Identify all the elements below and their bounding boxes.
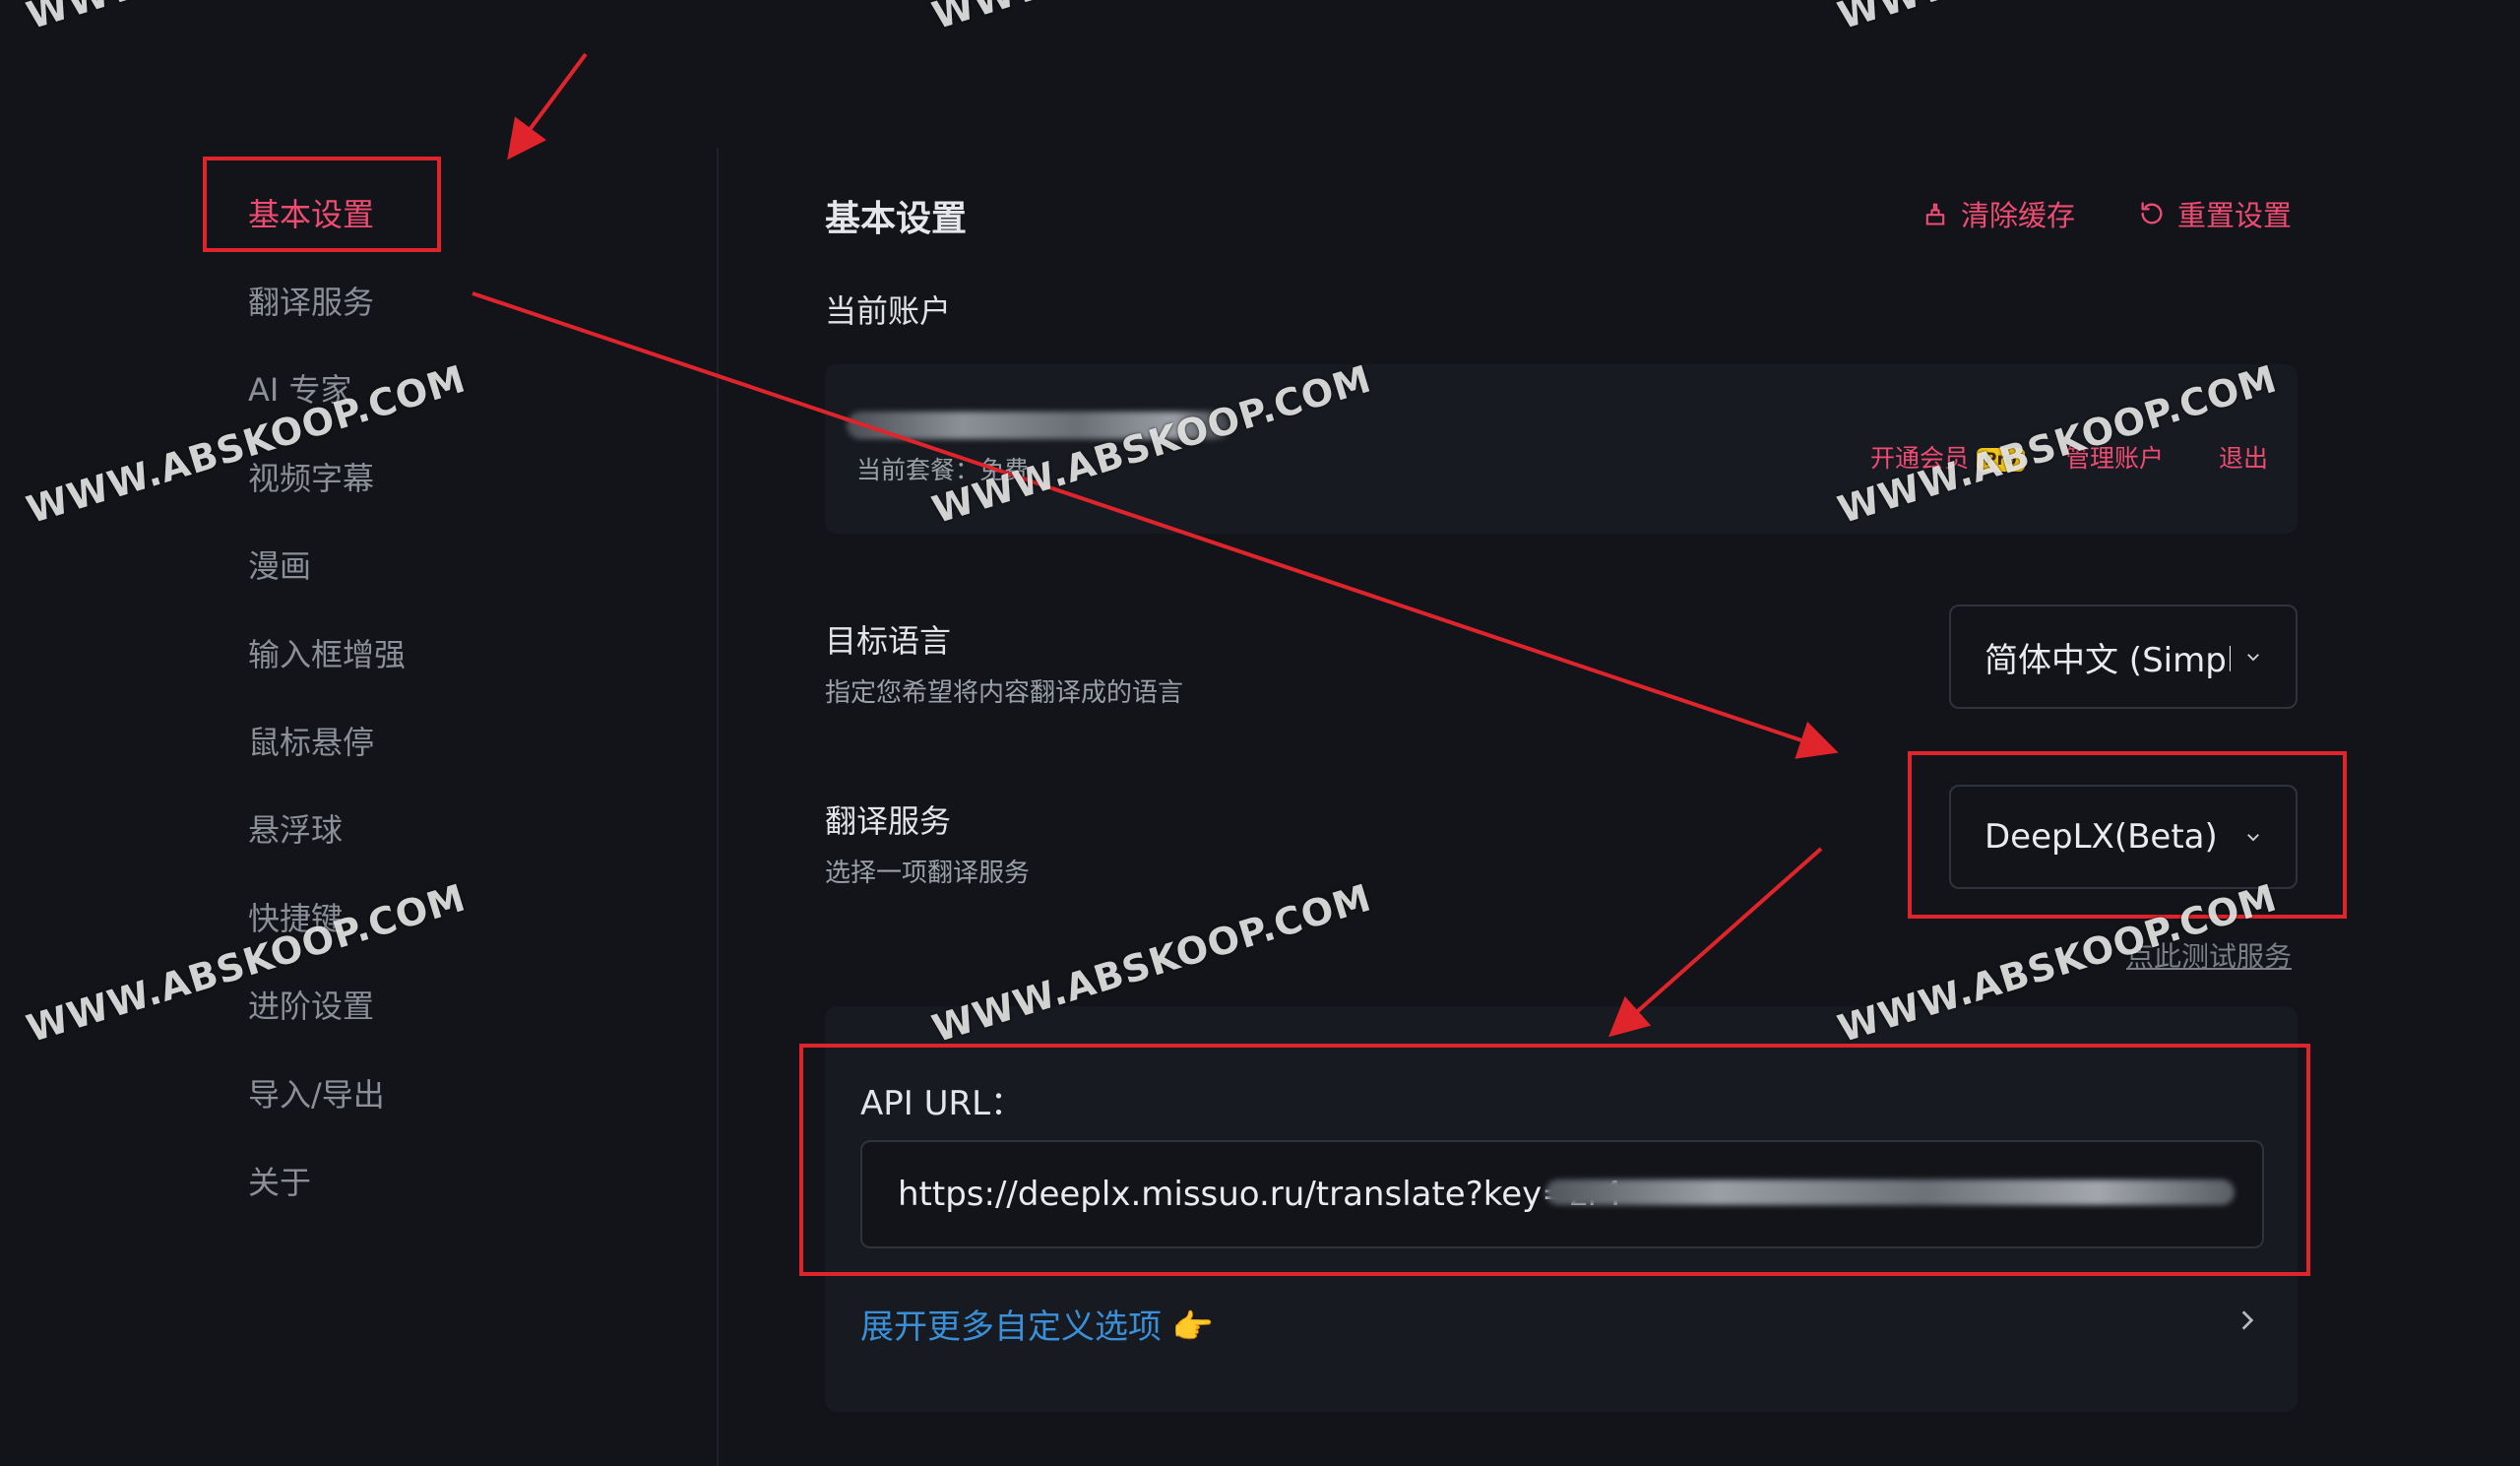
clear-cache-label: 清除缓存	[1961, 199, 2076, 232]
target-language-desc: 指定您希望将内容翻译成的语言	[825, 678, 1184, 708]
annotation-box-sidebar	[203, 157, 441, 252]
annotation-arrow-1	[507, 52, 588, 160]
account-name-redacted	[847, 412, 1230, 439]
annotation-arrow-3	[1608, 847, 1823, 1038]
clear-cache-icon	[1925, 203, 1945, 225]
test-service-link[interactable]: 点此测试服务	[2126, 935, 2292, 975]
plan-text: 当前套餐：免费	[856, 456, 1030, 484]
upgrade-link[interactable]: 开通会员 Pro	[1870, 439, 2025, 475]
watermark: WWW.ABSKOOP.COM	[22, 0, 471, 37]
account-section-label: 当前账户	[825, 292, 952, 330]
watermark: WWW.ABSKOOP.COM	[1833, 0, 2282, 37]
sidebar-item-translation-service[interactable]: 翻译服务	[248, 278, 374, 323]
settings-page: 基本设置 翻译服务 AI 专家 视频字幕 漫画 输入框增强 鼠标悬停 悬浮球 快…	[0, 0, 2520, 1466]
pro-badge: Pro	[1977, 448, 2025, 472]
target-language-title: 目标语言	[825, 622, 952, 660]
target-language-select[interactable]: 简体中文 (Simplified Chinese)	[1949, 605, 2298, 709]
chevron-right-icon[interactable]	[2235, 1307, 2260, 1333]
target-language-value: 简体中文 (Simplified Chinese)	[1984, 640, 2231, 680]
sidebar-item-video-subtitles[interactable]: 视频字幕	[248, 454, 374, 499]
manage-account-link[interactable]: 管理账户	[2065, 439, 2164, 475]
watermark: WWW.ABSKOOP.COM	[22, 875, 472, 1052]
reset-settings-button[interactable]: 重置设置	[2138, 193, 2292, 234]
translation-service-desc: 选择一项翻译服务	[825, 859, 1031, 888]
translation-service-title: 翻译服务	[825, 802, 952, 840]
chevron-down-icon	[2247, 654, 2259, 662]
annotation-box-api-url	[799, 1044, 2310, 1276]
sidebar-item-manga[interactable]: 漫画	[248, 542, 311, 587]
sidebar-item-floating-ball[interactable]: 悬浮球	[248, 805, 343, 851]
sidebar-item-shortcuts[interactable]: 快捷键	[248, 894, 343, 939]
sidebar-item-ai-expert[interactable]: AI 专家	[248, 365, 352, 411]
sidebar-item-advanced[interactable]: 进阶设置	[248, 982, 374, 1027]
reset-settings-label: 重置设置	[2177, 199, 2293, 232]
sidebar-item-import-export[interactable]: 导入/导出	[248, 1070, 385, 1115]
sidebar-divider	[717, 148, 719, 1466]
sidebar-item-about[interactable]: 关于	[248, 1158, 311, 1203]
logout-link[interactable]: 退出	[2219, 439, 2268, 475]
reset-icon	[2141, 202, 2163, 224]
watermark: WWW.ABSKOOP.COM	[927, 0, 1376, 37]
upgrade-label: 开通会员	[1870, 444, 1970, 473]
annotation-box-service-select	[1908, 751, 2347, 919]
clear-cache-button[interactable]: 清除缓存	[1922, 193, 2075, 234]
watermark: WWW.ABSKOOP.COM	[22, 356, 472, 533]
expand-options-link[interactable]: 展开更多自定义选项 👉	[860, 1300, 1214, 1348]
page-title: 基本设置	[825, 199, 968, 239]
sidebar-item-mouse-hover[interactable]: 鼠标悬停	[248, 718, 374, 763]
sidebar-item-input-enhance[interactable]: 输入框增强	[248, 630, 406, 675]
